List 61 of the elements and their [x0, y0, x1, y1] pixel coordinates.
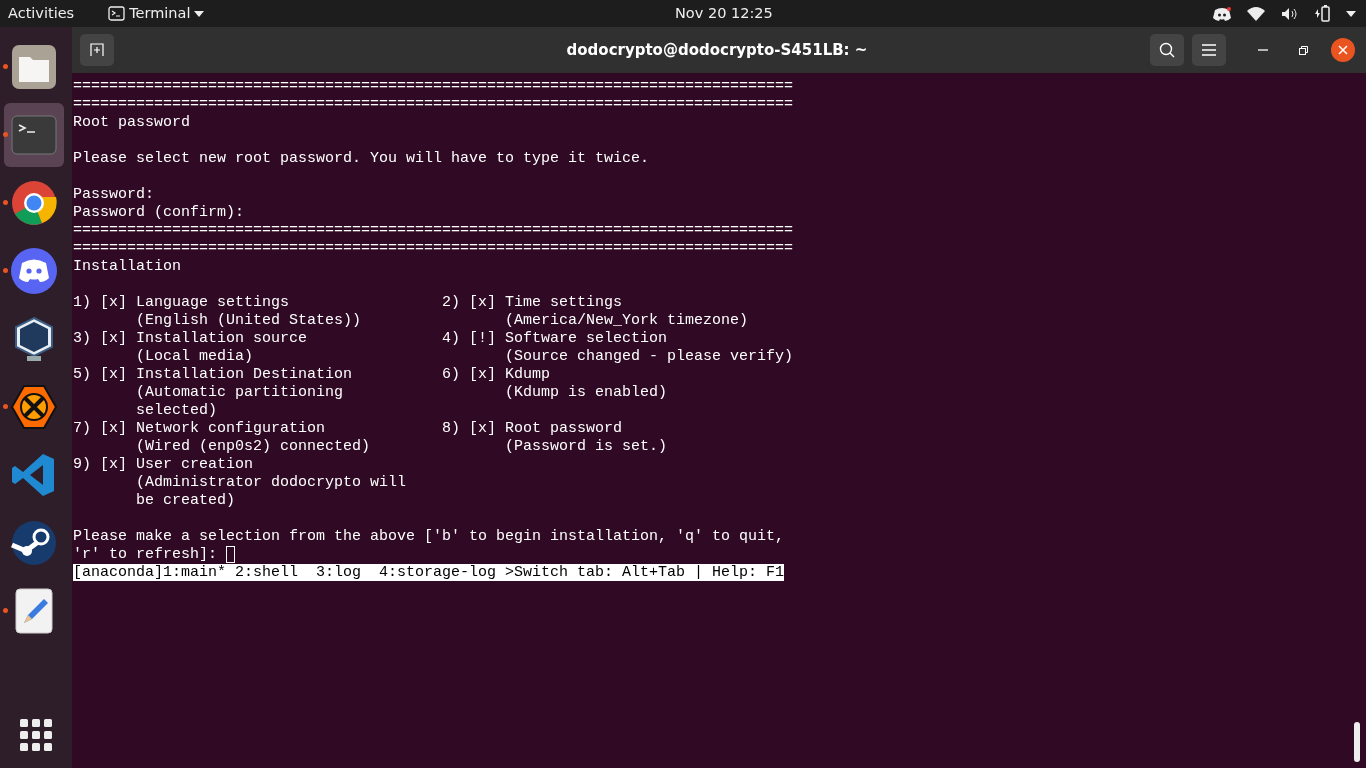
terminal-line: ================================================================================ [73, 222, 794, 239]
terminal-line: 2) [x] Time settings [442, 294, 623, 311]
terminal-line: (Kdump is enabled) [504, 384, 668, 401]
terminal-line: Installation [73, 258, 182, 275]
terminal-line: be created) [135, 492, 236, 509]
window-title: dodocrypto@dodocrypto-S451LB: ~ [565, 39, 869, 61]
app-menu-label: Terminal [129, 3, 191, 23]
terminal-line: Password (confirm): [73, 204, 245, 221]
prompt-text: 'r' to refresh]: [73, 546, 219, 563]
terminal-line: (Password is set.) [504, 438, 668, 455]
steam-icon[interactable] [10, 519, 58, 567]
terminal-line: Root password [73, 114, 191, 131]
terminal-line: (Wired (enp0s2) connected) [135, 438, 372, 456]
terminal-line: (English (United States)) [135, 312, 363, 330]
new-tab-button[interactable] [80, 34, 114, 66]
battery-icon [1314, 5, 1330, 22]
app-grid-icon[interactable] [20, 719, 52, 751]
terminal-line: Password: [73, 186, 154, 203]
clock[interactable]: Nov 20 12:25 [675, 2, 773, 25]
chat-app-icon[interactable] [10, 247, 58, 295]
close-icon [1338, 45, 1348, 55]
terminal-line: (America/New_York timezone) [504, 312, 749, 329]
wifi-icon [1247, 6, 1265, 21]
minimize-icon [1258, 49, 1268, 51]
terminal-line: (Local media) [135, 348, 255, 366]
menu-icon [1202, 44, 1216, 56]
new-tab-icon [90, 43, 104, 57]
terminal-line: 9) [x] User creation [73, 456, 254, 473]
terminal-line: Please select new root password. You will have to type it twice. [73, 150, 650, 167]
terminal-line: 6) [x] Kdump [442, 366, 551, 383]
browser-icon[interactable] [10, 179, 58, 227]
search-icon [1159, 42, 1175, 58]
text-cursor [226, 546, 236, 563]
terminal-line: 5) [x] Installation Destination [73, 366, 354, 384]
terminal-icon [108, 6, 126, 21]
terminal-line: ================================================================================ [73, 78, 794, 95]
close-button[interactable] [1331, 38, 1355, 62]
caret-icon [194, 10, 205, 17]
terminal-line: ================================================================================ [73, 240, 794, 257]
discord-tray-icon [1213, 6, 1231, 21]
terminal-line: 1) [x] Language settings [73, 294, 291, 312]
menu-button[interactable] [1192, 34, 1226, 66]
terminal-line: 7) [x] Network configuration [73, 420, 327, 438]
maximize-icon [1298, 45, 1308, 55]
terminal-line: (Administrator dodocrypto will [135, 474, 407, 491]
scrollbar[interactable] [1354, 722, 1360, 762]
search-button[interactable] [1150, 34, 1184, 66]
terminal-line: selected) [135, 402, 218, 419]
app-menu[interactable]: Terminal [108, 2, 205, 25]
terminal-line: ================================================================================ [73, 96, 794, 113]
hexagon-icon[interactable] [10, 383, 58, 431]
terminal-line: Please make a selection from the above ['b' to begin installation, 'q' to quit, [73, 528, 785, 545]
folder-icon[interactable] [10, 43, 58, 91]
system-menu-caret-icon[interactable] [1346, 10, 1356, 17]
terminal-line: 3) [x] Installation source [73, 330, 309, 348]
terminal-line: (Source changed - please verify) [504, 348, 794, 365]
terminal-line: 8) [x] Root password [442, 420, 623, 437]
terminal-line: 4) [!] Software selection [442, 330, 668, 347]
volume-icon [1281, 6, 1298, 21]
activities-button[interactable]: Activities [8, 2, 75, 25]
terminal-line: (Automatic partitioning [135, 384, 345, 402]
